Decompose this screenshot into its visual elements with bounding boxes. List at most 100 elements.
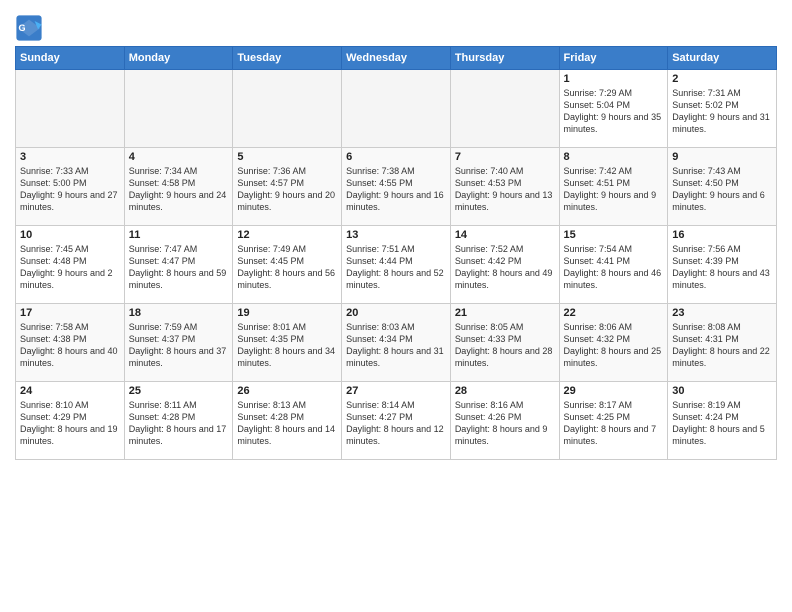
day-info: Sunrise: 8:03 AM Sunset: 4:34 PM Dayligh…: [346, 321, 446, 370]
day-cell: 10Sunrise: 7:45 AM Sunset: 4:48 PM Dayli…: [16, 226, 125, 304]
header-row: G: [15, 10, 777, 42]
day-info: Sunrise: 8:01 AM Sunset: 4:35 PM Dayligh…: [237, 321, 337, 370]
day-cell: 24 Sunrise: 8:10 AM Sunset: 4:29 PM Dayli…: [16, 382, 125, 460]
day-number: 14: [455, 229, 555, 241]
day-number: 11: [129, 229, 229, 241]
day-number: 27: [346, 385, 446, 397]
day-info: Sunrise: 8:17 AM Sunset: 4:25 PM Dayligh…: [564, 399, 664, 448]
header-row-days: SundayMondayTuesdayWednesdayThursdayFrid…: [16, 47, 777, 70]
day-number: 28: [455, 385, 555, 397]
day-info: Sunrise: 7:42 AM Sunset: 4:51 PM Dayligh…: [564, 165, 664, 214]
day-cell: 6 Sunrise: 7:38 AM Sunset: 4:55 PM Daylig…: [342, 148, 451, 226]
day-cell: 30Sunrise: 8:19 AM Sunset: 4:24 PM Dayli…: [668, 382, 777, 460]
day-cell: 26Sunrise: 8:13 AM Sunset: 4:28 PM Dayli…: [233, 382, 342, 460]
calendar-container: G SundayMondayTuesdayWednesdayThursdayFr…: [0, 0, 792, 470]
day-cell: 11 Sunrise: 7:47 AM Sunset: 4:47 PM Dayli…: [124, 226, 233, 304]
day-info: Sunrise: 7:52 AM Sunset: 4:42 PM Dayligh…: [455, 243, 555, 292]
day-info: Sunrise: 7:33 AM Sunset: 5:00 PM Dayligh…: [20, 165, 120, 214]
day-number: 25: [129, 385, 229, 397]
day-number: 18: [129, 307, 229, 319]
day-number: 24: [20, 385, 120, 397]
day-cell: 22 Sunrise: 8:06 AM Sunset: 4:32 PM Dayli…: [559, 304, 668, 382]
day-number: 3: [20, 151, 120, 163]
day-number: 2: [672, 73, 772, 85]
day-info: Sunrise: 7:29 AM Sunset: 5:04 PM Dayligh…: [564, 87, 664, 136]
logo: G: [15, 14, 45, 42]
day-info: Sunrise: 8:06 AM Sunset: 4:32 PM Dayligh…: [564, 321, 664, 370]
day-info: Sunrise: 7:36 AM Sunset: 4:57 PM Dayligh…: [237, 165, 337, 214]
day-cell: 18 Sunrise: 7:59 AM Sunset: 4:37 PM Dayli…: [124, 304, 233, 382]
header-thursday: Thursday: [450, 47, 559, 70]
day-cell: 8 Sunrise: 7:42 AM Sunset: 4:51 PM Daylig…: [559, 148, 668, 226]
day-info: Sunrise: 7:56 AM Sunset: 4:39 PM Dayligh…: [672, 243, 772, 292]
day-cell: 27Sunrise: 8:14 AM Sunset: 4:27 PM Dayli…: [342, 382, 451, 460]
day-number: 6: [346, 151, 446, 163]
calendar-table: SundayMondayTuesdayWednesdayThursdayFrid…: [15, 46, 777, 460]
day-number: 12: [237, 229, 337, 241]
day-cell: 7Sunrise: 7:40 AM Sunset: 4:53 PM Daylig…: [450, 148, 559, 226]
day-info: Sunrise: 8:05 AM Sunset: 4:33 PM Dayligh…: [455, 321, 555, 370]
day-number: 13: [346, 229, 446, 241]
day-cell: 21 Sunrise: 8:05 AM Sunset: 4:33 PM Dayli…: [450, 304, 559, 382]
day-cell: 19Sunrise: 8:01 AM Sunset: 4:35 PM Dayli…: [233, 304, 342, 382]
week-row-4: 24 Sunrise: 8:10 AM Sunset: 4:29 PM Dayli…: [16, 382, 777, 460]
day-number: 1: [564, 73, 664, 85]
day-number: 5: [237, 151, 337, 163]
week-row-3: 17 Sunrise: 7:58 AM Sunset: 4:38 PM Dayli…: [16, 304, 777, 382]
day-info: Sunrise: 7:51 AM Sunset: 4:44 PM Dayligh…: [346, 243, 446, 292]
day-cell: 13 Sunrise: 7:51 AM Sunset: 4:44 PM Dayli…: [342, 226, 451, 304]
day-cell: 16 Sunrise: 7:56 AM Sunset: 4:39 PM Dayli…: [668, 226, 777, 304]
day-cell: 9Sunrise: 7:43 AM Sunset: 4:50 PM Daylig…: [668, 148, 777, 226]
day-number: 21: [455, 307, 555, 319]
day-cell: [233, 70, 342, 148]
day-cell: 25Sunrise: 8:11 AM Sunset: 4:28 PM Dayli…: [124, 382, 233, 460]
day-number: 17: [20, 307, 120, 319]
day-number: 16: [672, 229, 772, 241]
day-cell: 17 Sunrise: 7:58 AM Sunset: 4:38 PM Dayli…: [16, 304, 125, 382]
day-number: 7: [455, 151, 555, 163]
day-number: 20: [346, 307, 446, 319]
week-row-0: 1 Sunrise: 7:29 AM Sunset: 5:04 PM Daylig…: [16, 70, 777, 148]
day-cell: 4Sunrise: 7:34 AM Sunset: 4:58 PM Daylig…: [124, 148, 233, 226]
day-number: 22: [564, 307, 664, 319]
day-info: Sunrise: 7:38 AM Sunset: 4:55 PM Dayligh…: [346, 165, 446, 214]
logo-icon: G: [15, 14, 43, 42]
svg-text:G: G: [19, 23, 26, 33]
day-number: 9: [672, 151, 772, 163]
day-number: 30: [672, 385, 772, 397]
day-info: Sunrise: 7:58 AM Sunset: 4:38 PM Dayligh…: [20, 321, 120, 370]
day-cell: 15 Sunrise: 7:54 AM Sunset: 4:41 PM Dayli…: [559, 226, 668, 304]
header-saturday: Saturday: [668, 47, 777, 70]
day-cell: 28 Sunrise: 8:16 AM Sunset: 4:26 PM Dayli…: [450, 382, 559, 460]
day-cell: [450, 70, 559, 148]
day-info: Sunrise: 7:59 AM Sunset: 4:37 PM Dayligh…: [129, 321, 229, 370]
week-row-1: 3 Sunrise: 7:33 AM Sunset: 5:00 PM Daylig…: [16, 148, 777, 226]
day-cell: [124, 70, 233, 148]
day-number: 8: [564, 151, 664, 163]
day-cell: 5 Sunrise: 7:36 AM Sunset: 4:57 PM Daylig…: [233, 148, 342, 226]
day-info: Sunrise: 8:16 AM Sunset: 4:26 PM Dayligh…: [455, 399, 555, 448]
day-number: 15: [564, 229, 664, 241]
header-friday: Friday: [559, 47, 668, 70]
day-cell: 2Sunrise: 7:31 AM Sunset: 5:02 PM Daylig…: [668, 70, 777, 148]
day-cell: 12 Sunrise: 7:49 AM Sunset: 4:45 PM Dayli…: [233, 226, 342, 304]
day-cell: [342, 70, 451, 148]
day-info: Sunrise: 8:10 AM Sunset: 4:29 PM Dayligh…: [20, 399, 120, 448]
day-info: Sunrise: 7:34 AM Sunset: 4:58 PM Dayligh…: [129, 165, 229, 214]
week-row-2: 10Sunrise: 7:45 AM Sunset: 4:48 PM Dayli…: [16, 226, 777, 304]
day-info: Sunrise: 8:08 AM Sunset: 4:31 PM Dayligh…: [672, 321, 772, 370]
header-wednesday: Wednesday: [342, 47, 451, 70]
header-monday: Monday: [124, 47, 233, 70]
day-info: Sunrise: 7:49 AM Sunset: 4:45 PM Dayligh…: [237, 243, 337, 292]
day-cell: 14 Sunrise: 7:52 AM Sunset: 4:42 PM Dayli…: [450, 226, 559, 304]
day-cell: 20 Sunrise: 8:03 AM Sunset: 4:34 PM Dayli…: [342, 304, 451, 382]
day-info: Sunrise: 7:47 AM Sunset: 4:47 PM Dayligh…: [129, 243, 229, 292]
day-info: Sunrise: 8:13 AM Sunset: 4:28 PM Dayligh…: [237, 399, 337, 448]
day-number: 29: [564, 385, 664, 397]
day-info: Sunrise: 7:54 AM Sunset: 4:41 PM Dayligh…: [564, 243, 664, 292]
day-cell: 1 Sunrise: 7:29 AM Sunset: 5:04 PM Daylig…: [559, 70, 668, 148]
day-cell: 29 Sunrise: 8:17 AM Sunset: 4:25 PM Dayli…: [559, 382, 668, 460]
day-cell: 23Sunrise: 8:08 AM Sunset: 4:31 PM Dayli…: [668, 304, 777, 382]
day-cell: [16, 70, 125, 148]
day-number: 10: [20, 229, 120, 241]
